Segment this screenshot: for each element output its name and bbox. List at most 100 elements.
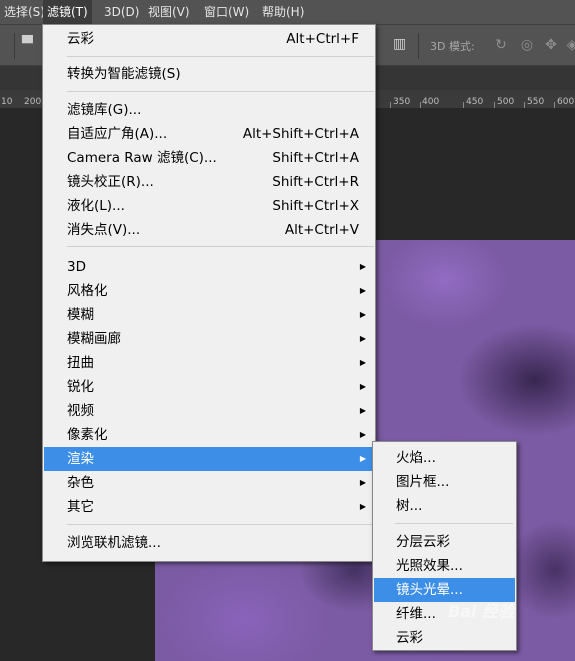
rotate-3d-icon[interactable]: ↻ bbox=[492, 36, 510, 54]
ruler-tick: 500 bbox=[497, 97, 515, 107]
distribute-icon[interactable]: ▥ bbox=[393, 36, 406, 52]
ruler-tick: 350 bbox=[393, 97, 411, 107]
menu-item-label: 火焰... bbox=[396, 450, 436, 466]
submenu-item-difference-clouds[interactable]: 分层云彩 bbox=[374, 530, 515, 554]
menu-item-label: 杂色 bbox=[67, 475, 94, 491]
menu-item-label: 扭曲 bbox=[67, 355, 94, 371]
menu-item-vanishing-point[interactable]: 消失点(V)... Alt+Ctrl+V bbox=[44, 218, 374, 242]
menu-item-label: 云彩 bbox=[396, 630, 423, 646]
menu-item-filter-gallery[interactable]: 滤镜库(G)... bbox=[44, 98, 374, 122]
menu-divider bbox=[67, 246, 374, 247]
menu-window[interactable]: 窗口(W) bbox=[200, 0, 253, 24]
slide-3d-icon[interactable]: ◈ bbox=[563, 36, 575, 54]
submenu-arrow-icon: ▶ bbox=[359, 406, 366, 415]
align-top-icon[interactable]: ▀ bbox=[22, 36, 33, 52]
ruler-tick: 10 bbox=[1, 97, 13, 107]
menu-item-label: 纤维... bbox=[396, 606, 436, 622]
menu-filter[interactable]: 滤镜(T) bbox=[43, 0, 92, 24]
separator bbox=[418, 33, 419, 59]
menu-item-camera-raw[interactable]: Camera Raw 滤镜(C)... Shift+Ctrl+A bbox=[44, 146, 374, 170]
menu-item-shortcut: Shift+Ctrl+R bbox=[272, 174, 359, 190]
menu-item-label: 锐化 bbox=[67, 379, 94, 395]
ruler-tick: 450 bbox=[466, 97, 484, 107]
menu-item-label: 转换为智能滤镜(S) bbox=[67, 66, 181, 82]
submenu-arrow-icon: ▶ bbox=[359, 454, 366, 463]
menu-item-label: 光照效果... bbox=[396, 558, 463, 574]
menu-item-label: 模糊 bbox=[67, 307, 94, 323]
menu-item-shortcut: Alt+Shift+Ctrl+A bbox=[242, 126, 359, 142]
submenu-arrow-icon: ▶ bbox=[359, 430, 366, 439]
menu-item-shortcut: Alt+Ctrl+F bbox=[286, 31, 359, 47]
submenu-item-clouds[interactable]: 云彩 bbox=[374, 626, 515, 650]
submenu-arrow-icon: ▶ bbox=[359, 382, 366, 391]
menu-item-blur[interactable]: 模糊 ▶ bbox=[44, 303, 374, 327]
watermark: Bai 经验 bbox=[448, 602, 515, 621]
menu-divider bbox=[67, 91, 374, 92]
menu-item-label: 树... bbox=[396, 498, 423, 514]
submenu-arrow-icon: ▶ bbox=[359, 358, 366, 367]
ruler-tick: 550 bbox=[527, 97, 545, 107]
menu-item-label: 云彩 bbox=[67, 31, 94, 47]
pan-3d-icon[interactable]: ✥ bbox=[542, 36, 560, 54]
menu-item-distort[interactable]: 扭曲 ▶ bbox=[44, 351, 374, 375]
3d-mode-label: 3D 模式: bbox=[430, 40, 475, 53]
menu-item-sharpen[interactable]: 锐化 ▶ bbox=[44, 375, 374, 399]
menu-item-shortcut: Shift+Ctrl+X bbox=[272, 198, 359, 214]
submenu-item-flame[interactable]: 火焰... bbox=[374, 446, 515, 470]
menu-item-label: 液化(L)... bbox=[67, 198, 125, 214]
ruler-tick: 400 bbox=[422, 97, 440, 107]
menu-item-label: 渲染 bbox=[67, 451, 94, 467]
menu-item-last-filter[interactable]: 云彩 Alt+Ctrl+F bbox=[44, 27, 374, 51]
ruler-tick: 200 bbox=[24, 97, 42, 107]
menu-help[interactable]: 帮助(H) bbox=[258, 0, 308, 24]
menu-select[interactable]: 选择(S) bbox=[0, 0, 49, 24]
menu-divider bbox=[395, 523, 513, 524]
menu-item-label: 分层云彩 bbox=[396, 534, 450, 550]
submenu-item-lighting-effects[interactable]: 光照效果... bbox=[374, 554, 515, 578]
submenu-arrow-icon: ▶ bbox=[359, 286, 366, 295]
menu-item-render[interactable]: 渲染 ▶ bbox=[44, 447, 374, 471]
menu-item-liquify[interactable]: 液化(L)... Shift+Ctrl+X bbox=[44, 194, 374, 218]
menu-item-label: 风格化 bbox=[67, 283, 108, 299]
menu-item-label: 视频 bbox=[67, 403, 94, 419]
submenu-arrow-icon: ▶ bbox=[359, 310, 366, 319]
menu-item-label: 镜头校正(R)... bbox=[67, 174, 154, 190]
menu-item-blur-gallery[interactable]: 模糊画廊 ▶ bbox=[44, 327, 374, 351]
menu-item-browse-online-filters[interactable]: 浏览联机滤镜... bbox=[44, 531, 374, 555]
menu-item-video[interactable]: 视频 ▶ bbox=[44, 399, 374, 423]
menu-item-adaptive-wide-angle[interactable]: 自适应广角(A)... Alt+Shift+Ctrl+A bbox=[44, 122, 374, 146]
menu-item-3d[interactable]: 3D ▶ bbox=[44, 255, 374, 279]
filter-menu: 云彩 Alt+Ctrl+F 转换为智能滤镜(S) 滤镜库(G)... 自适应广角… bbox=[42, 24, 376, 562]
menu-item-label: 3D bbox=[67, 259, 86, 275]
submenu-arrow-icon: ▶ bbox=[359, 502, 366, 511]
submenu-item-picture-frame[interactable]: 图片框... bbox=[374, 470, 515, 494]
menu-item-label: 自适应广角(A)... bbox=[67, 126, 168, 142]
submenu-item-tree[interactable]: 树... bbox=[374, 494, 515, 518]
ruler-tick: 600 bbox=[557, 97, 575, 107]
menu-item-shortcut: Alt+Ctrl+V bbox=[284, 222, 359, 238]
menu-item-label: 滤镜库(G)... bbox=[67, 102, 142, 118]
menu-divider bbox=[67, 524, 374, 525]
menu-item-label: 浏览联机滤镜... bbox=[67, 535, 161, 551]
menu-item-other[interactable]: 其它 ▶ bbox=[44, 495, 374, 519]
menu-item-label: 像素化 bbox=[67, 427, 108, 443]
menu-item-label: Camera Raw 滤镜(C)... bbox=[67, 150, 217, 166]
menu-item-convert-smart-filter[interactable]: 转换为智能滤镜(S) bbox=[44, 62, 374, 86]
roll-3d-icon[interactable]: ◎ bbox=[518, 36, 536, 54]
submenu-arrow-icon: ▶ bbox=[359, 478, 366, 487]
menu-item-label: 其它 bbox=[67, 499, 94, 515]
submenu-arrow-icon: ▶ bbox=[359, 334, 366, 343]
menu-view[interactable]: 视图(V) bbox=[144, 0, 194, 24]
menu-item-stylize[interactable]: 风格化 ▶ bbox=[44, 279, 374, 303]
menu-item-label: 模糊画廊 bbox=[67, 331, 121, 347]
menu-item-lens-correction[interactable]: 镜头校正(R)... Shift+Ctrl+R bbox=[44, 170, 374, 194]
separator bbox=[14, 33, 15, 59]
menu-item-noise[interactable]: 杂色 ▶ bbox=[44, 471, 374, 495]
submenu-arrow-icon: ▶ bbox=[359, 262, 366, 271]
menu-item-shortcut: Shift+Ctrl+A bbox=[272, 150, 359, 166]
menu-item-pixelate[interactable]: 像素化 ▶ bbox=[44, 423, 374, 447]
menu-divider bbox=[67, 56, 374, 57]
menu-3d[interactable]: 3D(D) bbox=[100, 0, 143, 24]
menu-item-label: 图片框... bbox=[396, 474, 450, 490]
menu-item-label: 消失点(V)... bbox=[67, 222, 141, 238]
